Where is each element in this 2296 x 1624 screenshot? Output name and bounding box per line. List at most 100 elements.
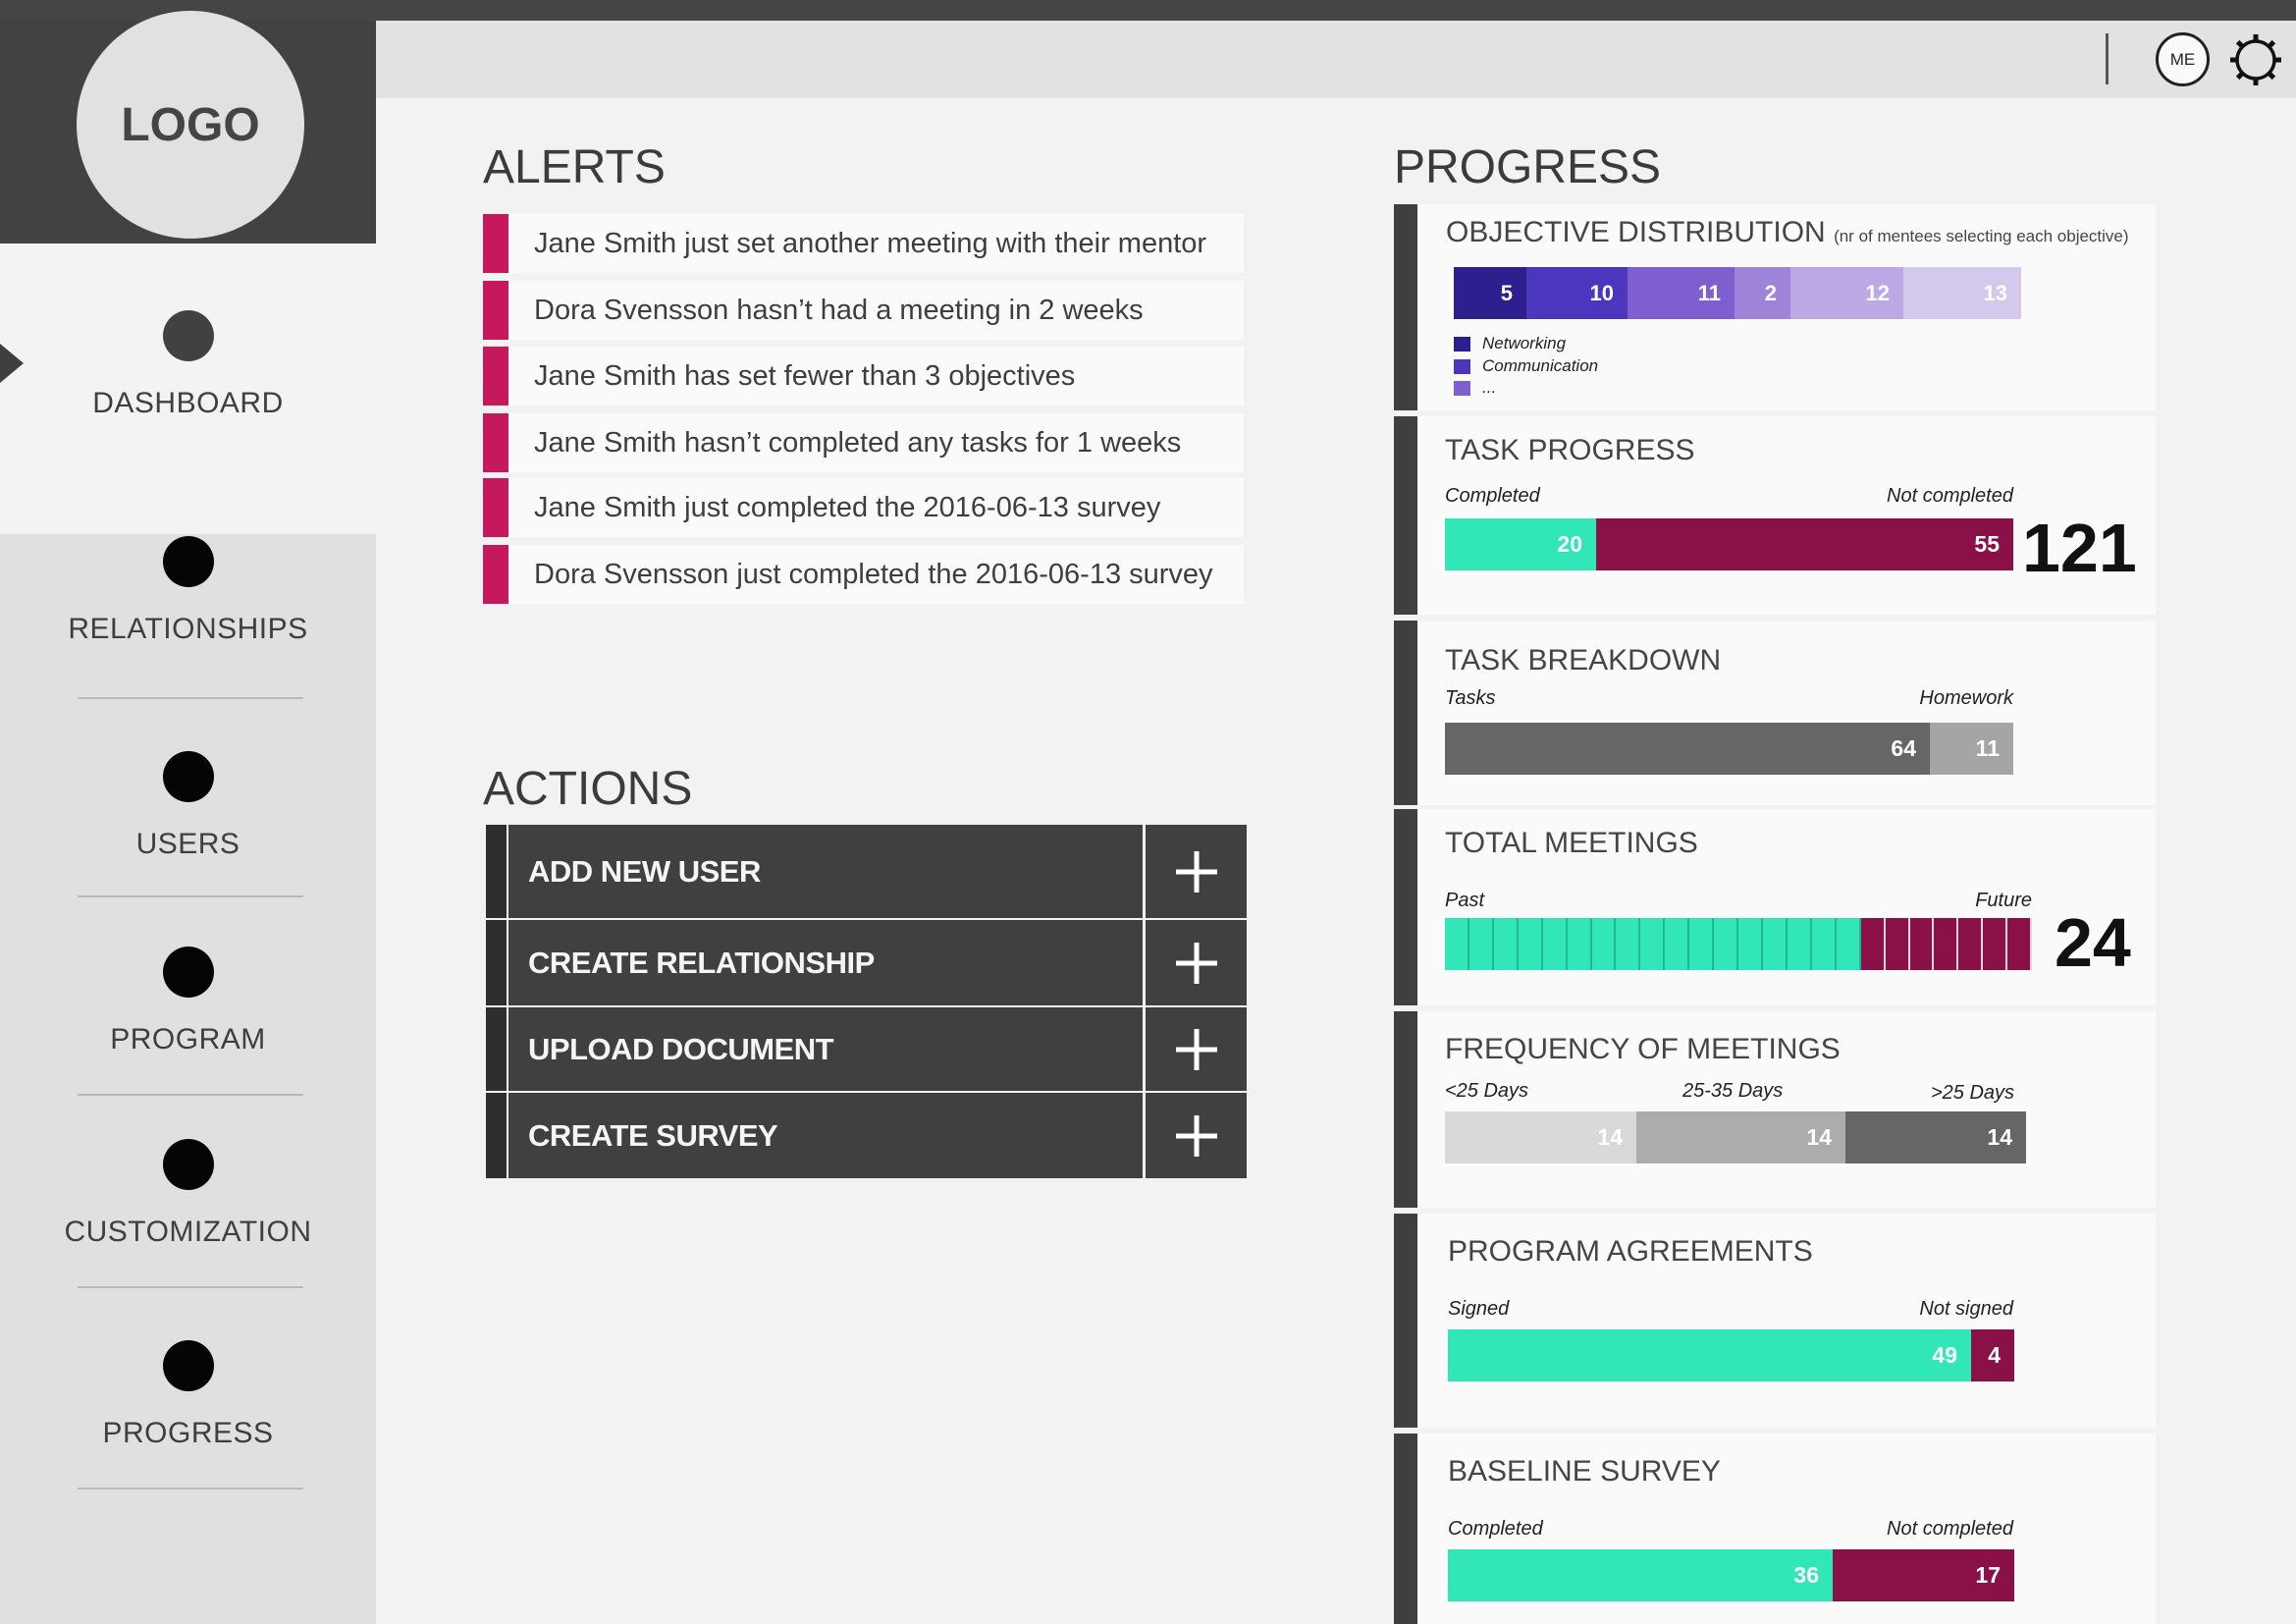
panel-marker	[1394, 1434, 1417, 1624]
meetings-total: 24	[2055, 904, 2131, 981]
alert-text: Jane Smith has set fewer than 3 objectiv…	[534, 359, 1076, 392]
alert-text: Dora Svensson hasn’t had a meeting in 2 …	[534, 294, 1144, 326]
alert-marker	[483, 413, 508, 472]
panel-title: TASK BREAKDOWN	[1445, 644, 1722, 677]
future-meeting-block	[1909, 918, 1935, 970]
past-meeting-block	[1518, 918, 1543, 970]
create-survey-button[interactable]: CREATE SURVEY	[486, 1093, 1247, 1178]
alert-item[interactable]: Jane Smith just completed the 2016-06-13…	[483, 478, 1244, 537]
not-signed-label: Not signed	[1919, 1298, 2013, 1320]
frequency-segment: 14	[1845, 1111, 2026, 1164]
sidebar-item-program[interactable]: PROGRAM	[0, 947, 376, 1056]
program-agreements-panel: PROGRAM AGREEMENTS Signed Not signed 49 …	[1394, 1214, 2156, 1428]
users-icon	[162, 751, 214, 802]
sidebar-item-progress[interactable]: PROGRESS	[0, 1340, 376, 1450]
panel-marker	[1394, 1214, 1417, 1428]
panel-title-text: OBJECTIVE DISTRIBUTION	[1446, 216, 1826, 248]
objective-segment: 10	[1526, 267, 1628, 319]
not-completed-label: Not completed	[1887, 1518, 2013, 1540]
legend-item: Networking	[1454, 334, 1566, 353]
plus-icon[interactable]	[1143, 1007, 1247, 1091]
future-label: Future	[1975, 890, 2032, 911]
homework-value: 11	[1975, 735, 2000, 761]
sidebar-item-customization[interactable]: CUSTOMIZATION	[0, 1139, 376, 1249]
alert-text: Jane Smith just set another meeting with…	[534, 227, 1207, 259]
panel-title: BASELINE SURVEY	[1448, 1455, 1721, 1488]
completed-label: Completed	[1448, 1518, 1543, 1540]
relationships-icon	[162, 536, 214, 587]
baseline-survey-panel: BASELINE SURVEY Completed Not completed …	[1394, 1434, 2156, 1624]
action-marker	[486, 1007, 508, 1091]
sidebar-item-relationships[interactable]: RELATIONSHIPS	[0, 536, 376, 646]
alert-item[interactable]: Jane Smith hasn’t completed any tasks fo…	[483, 413, 1244, 472]
frequency-segment: 14	[1445, 1111, 1636, 1164]
task-progress-panel: TASK PROGRESS Completed Not completed 20…	[1394, 416, 2156, 615]
panel-subtitle: (nr of mentees selecting each objective)	[1834, 227, 2129, 245]
objective-distribution-panel: OBJECTIVE DISTRIBUTION (nr of mentees se…	[1394, 204, 2156, 410]
upload-document-button[interactable]: UPLOAD DOCUMENT	[486, 1007, 1247, 1091]
not-completed-segment: 55	[1596, 518, 2013, 570]
actions-title: ACTIONS	[483, 763, 693, 815]
task-breakdown-panel: TASK BREAKDOWN Tasks Homework 64 11	[1394, 621, 2156, 805]
task-total: 121	[2022, 510, 2137, 586]
not-completed-value: 17	[1975, 1562, 2001, 1588]
top-bar	[376, 21, 2296, 98]
add-new-user-button[interactable]: ADD NEW USER	[486, 825, 1247, 918]
divider	[78, 1488, 303, 1489]
future-meeting-block	[1958, 918, 1984, 970]
homework-segment: 11	[1930, 723, 2013, 775]
freq-label-short: <25 Days	[1445, 1080, 1529, 1102]
future-meeting-block	[1860, 918, 1886, 970]
past-meeting-block	[1714, 918, 1739, 970]
total-meetings-panel: TOTAL MEETINGS Past Future 24	[1394, 809, 2156, 1005]
past-meeting-block	[1591, 918, 1617, 970]
not-completed-label: Not completed	[1887, 485, 2013, 507]
alert-item[interactable]: Jane Smith has set fewer than 3 objectiv…	[483, 347, 1244, 406]
alert-marker	[483, 281, 508, 340]
sidebar-item-dashboard-content[interactable]: DASHBOARD	[0, 244, 376, 461]
plus-icon[interactable]	[1143, 1093, 1247, 1178]
alert-item[interactable]: Jane Smith just set another meeting with…	[483, 214, 1244, 273]
create-relationship-button[interactable]: CREATE RELATIONSHIP	[486, 920, 1247, 1005]
plus-icon[interactable]	[1143, 825, 1247, 918]
legend-swatch	[1454, 358, 1470, 374]
objective-segment: 5	[1454, 267, 1526, 319]
alert-marker	[483, 478, 508, 537]
action-marker	[486, 920, 508, 1005]
sidebar-item-users[interactable]: USERS	[0, 751, 376, 861]
meetings-bar	[1445, 918, 2033, 970]
completed-segment: 20	[1445, 518, 1596, 570]
completed-segment: 36	[1448, 1549, 1833, 1601]
future-meeting-block	[1885, 918, 1910, 970]
action-label: CREATE RELATIONSHIP	[528, 945, 875, 980]
past-meeting-block	[1811, 918, 1837, 970]
tasks-segment: 64	[1445, 723, 1930, 775]
alert-item[interactable]: Dora Svensson hasn’t had a meeting in 2 …	[483, 281, 1244, 340]
progress-icon	[162, 1340, 214, 1391]
frequency-segment: 14	[1636, 1111, 1845, 1164]
logo[interactable]: LOGO	[77, 11, 304, 239]
sidebar-item-label: USERS	[135, 828, 240, 860]
signed-segment: 49	[1448, 1329, 1971, 1381]
legend-swatch	[1454, 380, 1470, 396]
plus-icon[interactable]	[1143, 920, 1247, 1005]
action-label: CREATE SURVEY	[528, 1117, 778, 1153]
panel-marker	[1394, 621, 1417, 805]
panel-title: FREQUENCY OF MEETINGS	[1445, 1033, 1841, 1065]
past-label: Past	[1445, 890, 1485, 911]
alert-item[interactable]: Dora Svensson just completed the 2016-06…	[483, 545, 1244, 604]
user-avatar[interactable]: ME	[2156, 32, 2210, 86]
divider	[78, 1286, 303, 1288]
past-meeting-block	[1689, 918, 1715, 970]
action-label: UPLOAD DOCUMENT	[528, 1031, 834, 1066]
settings-gear-icon[interactable]	[2228, 32, 2283, 87]
tasks-label: Tasks	[1445, 687, 1496, 709]
action-label: ADD NEW USER	[528, 853, 761, 889]
objective-segment: 13	[1903, 267, 2021, 319]
signed-value: 49	[1932, 1342, 1957, 1368]
past-meeting-block	[1445, 918, 1469, 970]
divider	[78, 697, 303, 699]
past-meeting-block	[1567, 918, 1592, 970]
freq-label-long: >25 Days	[1931, 1082, 2015, 1104]
future-meeting-block	[1934, 918, 1959, 970]
